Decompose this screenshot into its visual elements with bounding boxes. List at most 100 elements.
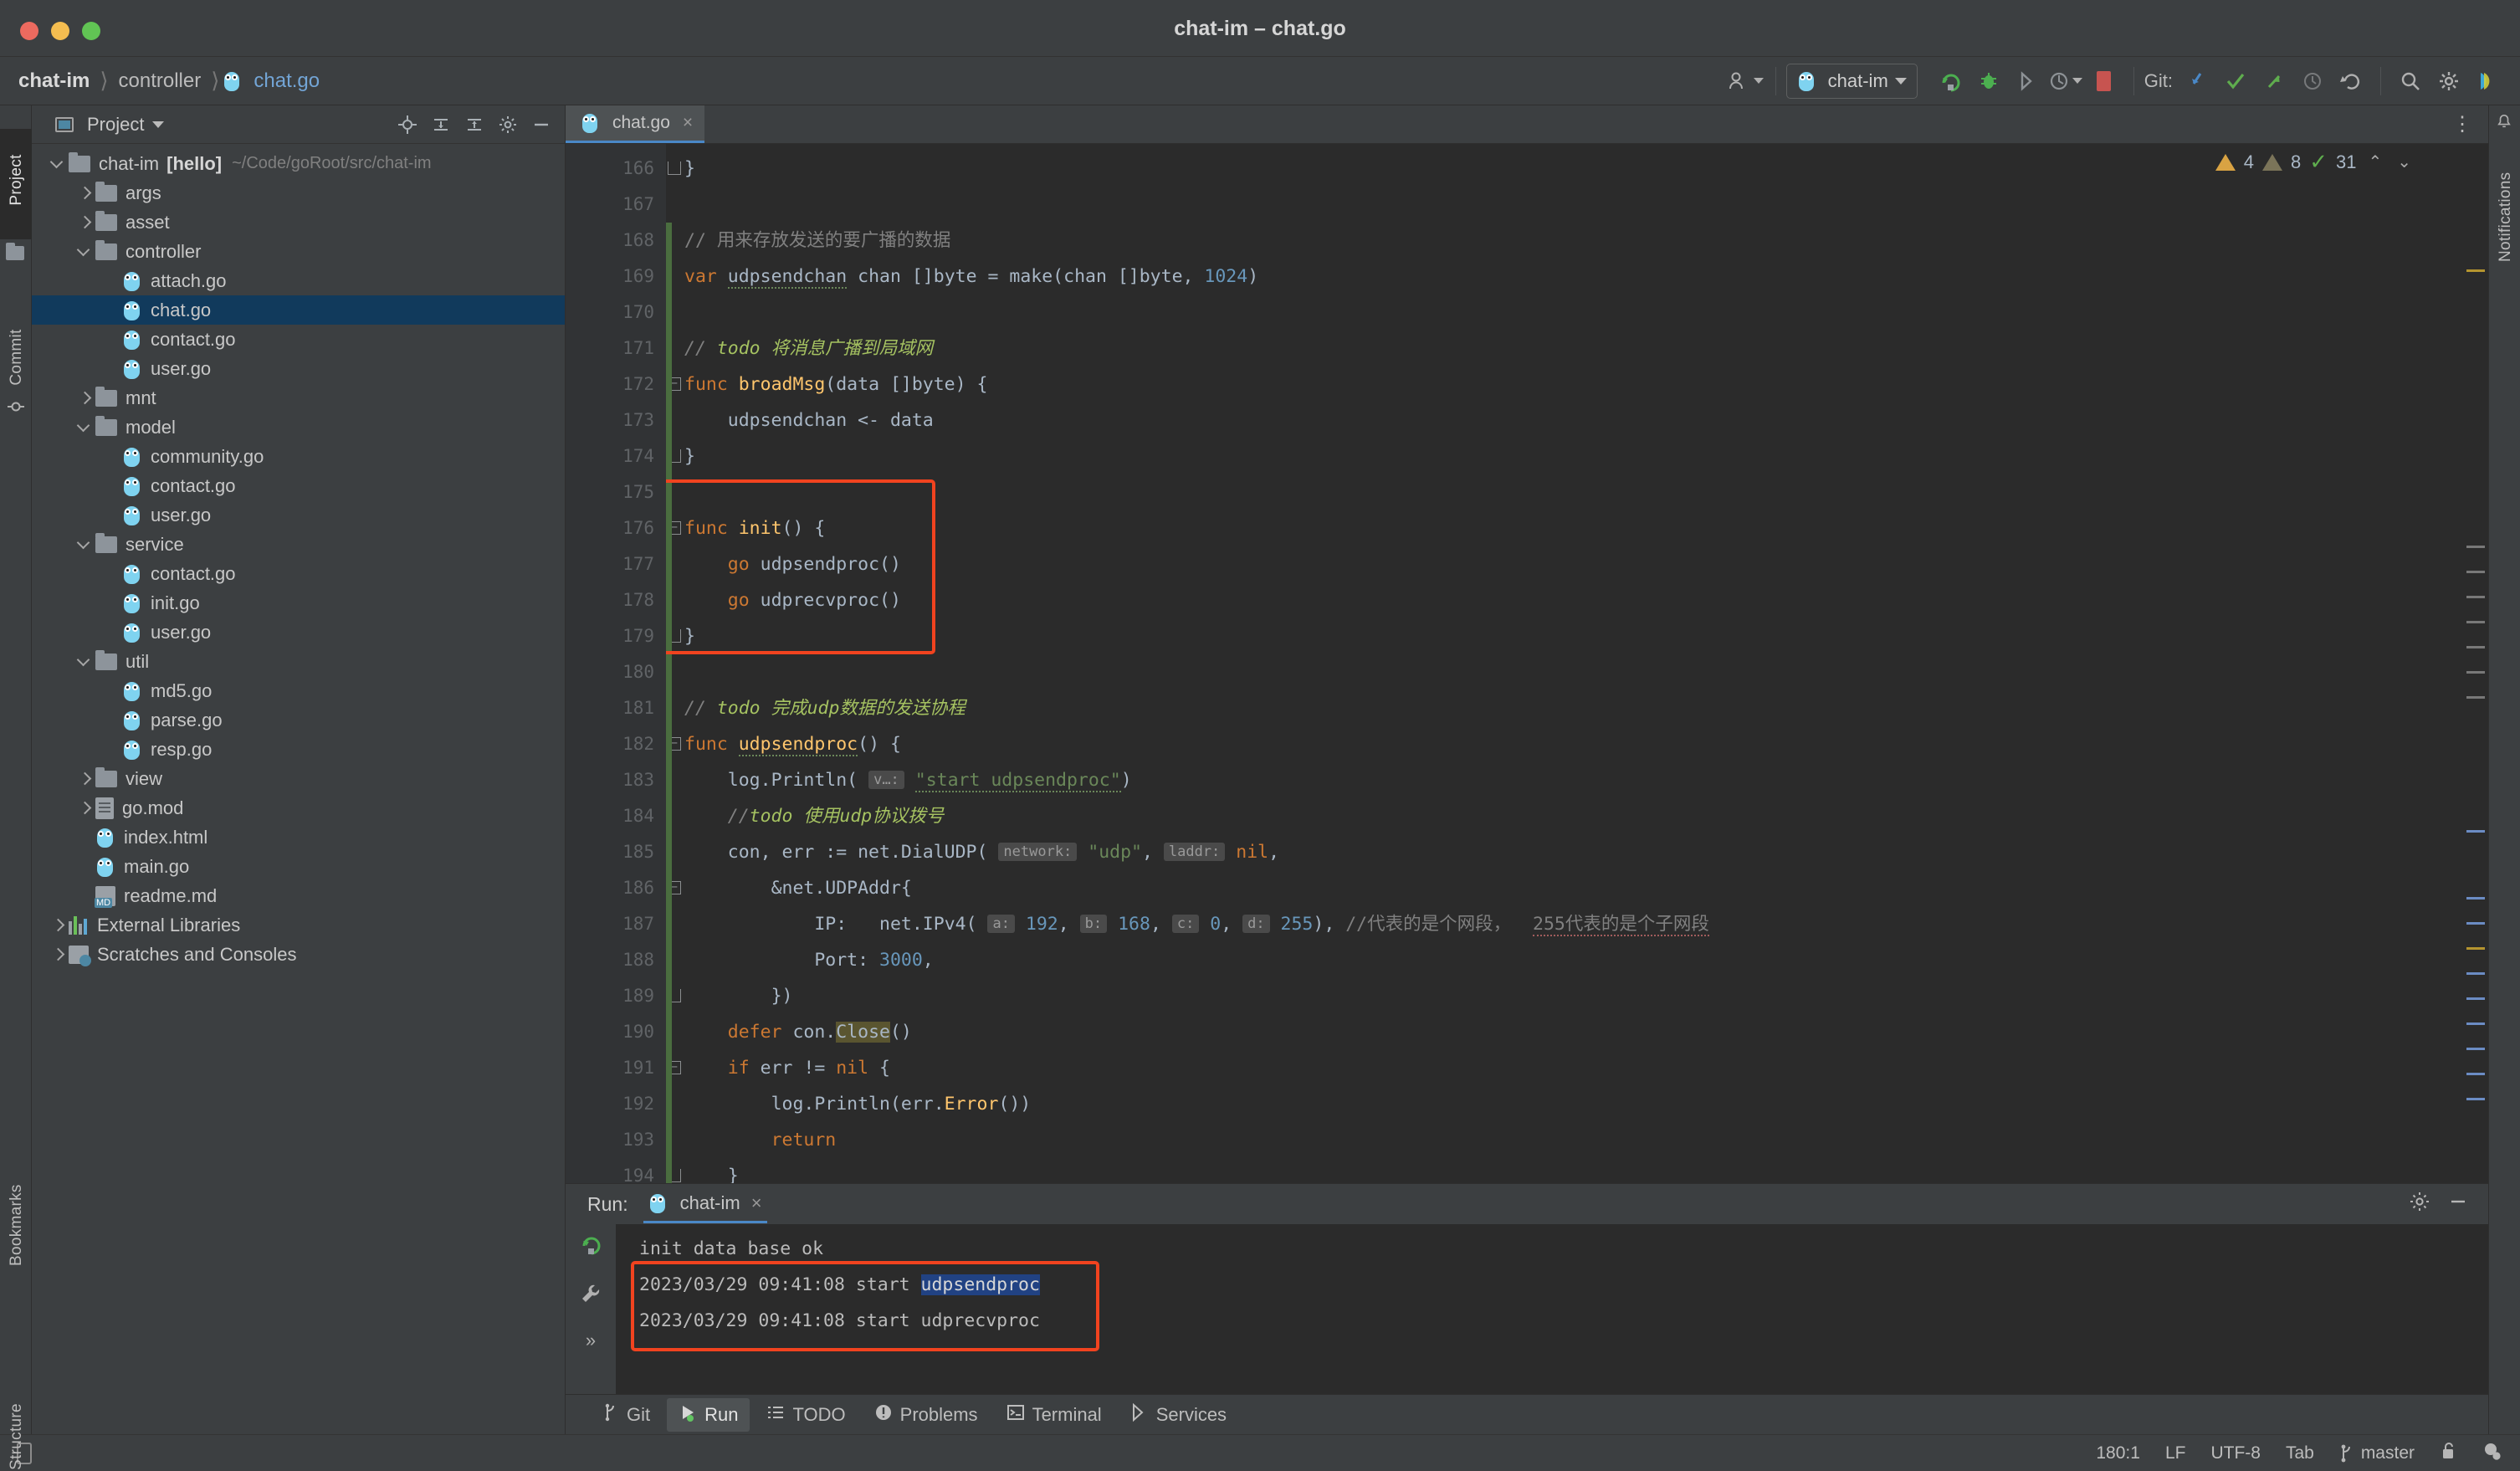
code-line[interactable] xyxy=(684,187,2460,223)
git-commit-icon[interactable] xyxy=(2216,63,2255,100)
line-number[interactable]: 172− xyxy=(566,366,681,402)
tool-window-button-git[interactable]: Git xyxy=(591,1398,662,1432)
tree-item-main-go[interactable]: main.go xyxy=(32,852,565,881)
error-stripe-mark[interactable] xyxy=(2466,269,2485,272)
project-tree[interactable]: chat-im [hello] ~/Code/goRoot/src/chat-im a… xyxy=(32,144,565,1434)
code-line[interactable]: var udpsendchan chan []byte = make(chan … xyxy=(684,259,2460,295)
breadcrumb-folder[interactable]: controller xyxy=(112,69,208,93)
chevron-right-icon[interactable] xyxy=(75,799,94,818)
tree-item-view[interactable]: view xyxy=(32,764,565,793)
tree-item-parse-go[interactable]: parse.go xyxy=(32,705,565,735)
inspection-widget[interactable]: 4 8 ✓ 31 ⌃ ⌄ xyxy=(2215,149,2415,175)
error-stripe-mark[interactable] xyxy=(2466,1098,2485,1100)
error-stripe[interactable] xyxy=(2460,144,2488,1183)
tool-window-button-run[interactable]: Run xyxy=(667,1397,750,1432)
tree-item-contact-go[interactable]: contact.go xyxy=(32,471,565,500)
git-history-icon[interactable] xyxy=(2293,63,2332,100)
code-line[interactable]: } xyxy=(684,438,2460,474)
git-rollback-icon[interactable] xyxy=(2332,63,2370,100)
code-line[interactable]: con, err := net.DialUDP( network: "udp",… xyxy=(684,834,2460,870)
code-line[interactable]: } xyxy=(684,151,2460,187)
line-number[interactable]: 169 xyxy=(566,259,666,295)
settings-gear-icon[interactable] xyxy=(498,115,518,135)
code-line[interactable]: } xyxy=(684,618,2460,654)
tool-window-button-services[interactable]: Services xyxy=(1119,1398,1238,1432)
rerun-icon[interactable] xyxy=(578,1233,603,1262)
next-problem-icon[interactable]: ⌄ xyxy=(2394,151,2415,172)
line-separator[interactable]: LF xyxy=(2165,1443,2186,1463)
chevron-down-icon[interactable] xyxy=(75,653,94,671)
settings-gear-icon[interactable] xyxy=(2430,63,2468,100)
sidebar-item-notifications[interactable]: Notifications xyxy=(2497,172,2515,262)
expand-icon[interactable]: » xyxy=(586,1330,596,1351)
line-number[interactable]: 190 xyxy=(566,1014,666,1050)
code-line[interactable]: } xyxy=(684,1158,2460,1183)
tree-item-user-go[interactable]: user.go xyxy=(32,500,565,530)
code-line[interactable]: func broadMsg(data []byte) { xyxy=(684,366,2460,402)
error-stripe-mark[interactable] xyxy=(2466,671,2485,674)
line-number[interactable]: 173 xyxy=(566,402,666,438)
code-line[interactable] xyxy=(684,654,2460,690)
code-line[interactable]: // todo 将消息广播到局域网 xyxy=(684,331,2460,366)
git-update-icon[interactable] xyxy=(2178,63,2216,100)
line-number[interactable]: 187 xyxy=(566,906,666,942)
error-stripe-mark[interactable] xyxy=(2466,947,2485,950)
collapse-all-icon[interactable] xyxy=(464,115,484,135)
error-stripe-mark[interactable] xyxy=(2466,696,2485,699)
git-branch-label[interactable]: master xyxy=(2361,1443,2415,1463)
tree-item-controller[interactable]: controller xyxy=(32,237,565,266)
line-number[interactable]: 185 xyxy=(566,834,666,870)
locate-icon[interactable] xyxy=(397,115,417,135)
tree-item-index-html[interactable]: index.html xyxy=(32,823,565,852)
code-line[interactable]: }) xyxy=(684,978,2460,1014)
unlocked-icon[interactable] xyxy=(2440,1442,2456,1465)
chevron-right-icon[interactable] xyxy=(75,770,94,788)
source-code[interactable]: } // 用来存放发送的要广播的数据 var udpsendchan chan []… xyxy=(666,144,2460,1183)
sidebar-item-bookmarks[interactable]: Bookmarks xyxy=(8,1184,26,1266)
chevron-right-icon[interactable] xyxy=(75,184,94,202)
line-number[interactable]: 184 xyxy=(566,798,666,834)
stop-icon[interactable] xyxy=(2085,63,2123,100)
error-stripe-mark[interactable] xyxy=(2466,1023,2485,1025)
tree-item-chat-go[interactable]: chat.go xyxy=(32,295,565,325)
file-encoding[interactable]: UTF-8 xyxy=(2210,1443,2261,1463)
line-number[interactable]: 189 xyxy=(566,978,681,1014)
chevron-down-icon[interactable] xyxy=(75,243,94,261)
line-number[interactable]: 182− xyxy=(566,726,681,762)
line-number[interactable]: 166 xyxy=(566,151,681,187)
error-stripe-mark[interactable] xyxy=(2466,972,2485,975)
code-line[interactable]: udpsendchan <- data xyxy=(684,402,2460,438)
code-line[interactable]: func udpsendproc() { xyxy=(684,726,2460,762)
code-line[interactable]: log.Println(err.Error()) xyxy=(684,1086,2460,1122)
indent-setting[interactable]: Tab xyxy=(2286,1443,2314,1463)
line-number[interactable]: 183 xyxy=(566,762,666,798)
error-stripe-mark[interactable] xyxy=(2466,646,2485,648)
error-stripe-mark[interactable] xyxy=(2466,830,2485,833)
line-number[interactable]: 179 xyxy=(566,618,681,654)
error-stripe-mark[interactable] xyxy=(2466,997,2485,1000)
code-editor[interactable]: 166 167 168 169 170 171 172−173 174 175 176−177 17… xyxy=(566,144,2488,1186)
code-line[interactable]: go udprecvproc() xyxy=(684,582,2460,618)
git-push-icon[interactable] xyxy=(2255,63,2293,100)
tree-item-scratches-and-consoles[interactable]: Scratches and Consoles xyxy=(32,940,565,969)
tree-item-chat-im[interactable]: chat-im [hello] ~/Code/goRoot/src/chat-im xyxy=(32,149,565,178)
chevron-right-icon[interactable] xyxy=(49,916,67,935)
tree-item-readme-md[interactable]: readme.md xyxy=(32,881,565,910)
tool-window-button-terminal[interactable]: Terminal xyxy=(995,1398,1114,1432)
hide-icon[interactable] xyxy=(2448,1192,2468,1217)
line-number[interactable]: 180 xyxy=(566,654,666,690)
line-number[interactable]: 186− xyxy=(566,870,681,906)
notifications-bell-icon[interactable] xyxy=(2497,114,2512,129)
settings-gear-icon[interactable] xyxy=(2410,1192,2430,1217)
caret-position[interactable]: 180:1 xyxy=(2096,1443,2140,1463)
chevron-right-icon[interactable] xyxy=(75,213,94,232)
close-icon[interactable]: × xyxy=(683,113,693,133)
line-number[interactable]: 188 xyxy=(566,942,666,978)
tree-item-service[interactable]: service xyxy=(32,530,565,559)
hide-icon[interactable] xyxy=(531,115,551,135)
chevron-right-icon[interactable] xyxy=(49,946,67,964)
wrench-icon[interactable] xyxy=(579,1282,602,1310)
tree-item-attach-go[interactable]: attach.go xyxy=(32,266,565,295)
line-number[interactable]: 170 xyxy=(566,295,666,331)
tree-item-resp-go[interactable]: resp.go xyxy=(32,735,565,764)
